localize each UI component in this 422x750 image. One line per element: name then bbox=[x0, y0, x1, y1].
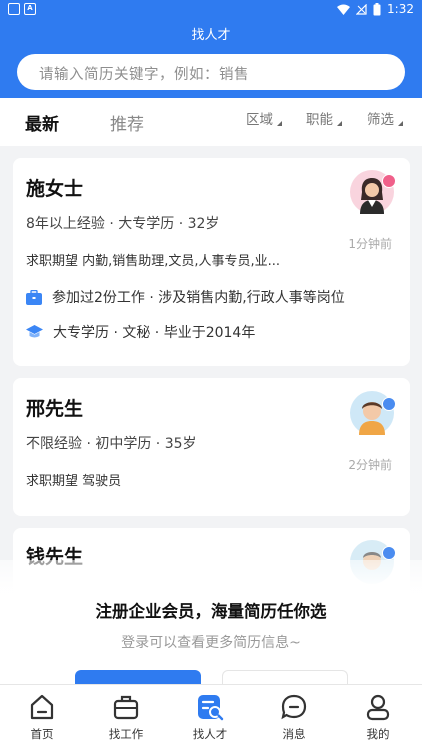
nav-talent-label: 找人才 bbox=[192, 727, 228, 741]
nav-profile-label: 我的 bbox=[366, 727, 390, 741]
search-placeholder: 请输入简历关键字，例如：销售 bbox=[39, 67, 249, 83]
page-title: 找人才 bbox=[191, 28, 231, 43]
candidate-card[interactable]: 施女士 8年以上经验 · 大专学历 · 32岁 求职期望 内勤,销售助理,文员,… bbox=[13, 158, 410, 366]
avatar bbox=[350, 170, 396, 214]
battery-icon bbox=[373, 2, 381, 15]
post-time: 2分钟前 bbox=[348, 458, 392, 472]
register-button[interactable] bbox=[75, 670, 201, 684]
nav-home-label: 首页 bbox=[30, 727, 54, 741]
graduation-cap-icon bbox=[26, 325, 43, 338]
avatar bbox=[350, 391, 396, 435]
filter-more[interactable]: 筛选 bbox=[367, 108, 403, 128]
candidate-expectation: 求职期望 驾驶员 bbox=[26, 474, 122, 489]
tab-bar: 最新 推荐 区域 职能 筛选 bbox=[0, 98, 422, 146]
signal-off-icon bbox=[356, 3, 367, 15]
nav-messages-label: 消息 bbox=[282, 727, 306, 741]
resume-search-icon bbox=[198, 695, 224, 721]
nav-jobs-label: 找工作 bbox=[108, 727, 144, 741]
status-time: 1:32 bbox=[387, 2, 414, 16]
male-badge-icon bbox=[382, 397, 396, 411]
filter-function-label: 职能 bbox=[306, 112, 333, 128]
male-badge-icon bbox=[382, 546, 396, 560]
nav-home[interactable]: 首页 bbox=[0, 685, 84, 750]
dropdown-arrow-icon bbox=[398, 121, 403, 126]
login-prompt: 注册企业会员，海量简历任你选 登录可以查看更多简历信息~ bbox=[0, 560, 422, 684]
candidate-meta: 不限经验 · 初中学历 · 35岁 bbox=[26, 436, 197, 452]
briefcase-icon bbox=[26, 289, 42, 305]
dropdown-arrow-icon bbox=[337, 121, 342, 126]
message-icon bbox=[281, 694, 307, 720]
briefcase-icon bbox=[113, 695, 139, 720]
candidate-expectation: 求职期望 内勤,销售助理,文员,人事专员,业... bbox=[26, 254, 281, 269]
home-icon bbox=[30, 694, 54, 720]
tab-latest[interactable]: 最新 bbox=[25, 110, 59, 135]
header: A 1:32 找人才 请输入简历关键字，例如：销售 bbox=[0, 0, 422, 98]
education-text: 大专学历 · 文秘 · 毕业于2014年 bbox=[53, 325, 256, 341]
search-input[interactable]: 请输入简历关键字，例如：销售 bbox=[17, 54, 405, 90]
work-history-text: 参加过2份工作 · 涉及销售内勤,行政人事等岗位 bbox=[52, 290, 345, 306]
login-prompt-title: 注册企业会员，海量简历任你选 bbox=[95, 602, 327, 621]
status-bar: A 1:32 bbox=[0, 0, 422, 20]
candidate-name: 施女士 bbox=[26, 178, 84, 200]
bottom-nav: 首页 找工作 找人才 消息 我的 bbox=[0, 684, 422, 750]
app-notification-icon: A bbox=[24, 3, 36, 15]
nav-profile[interactable]: 我的 bbox=[336, 685, 420, 750]
candidate-name: 邢先生 bbox=[26, 398, 84, 420]
login-button[interactable] bbox=[222, 670, 348, 684]
login-prompt-subtitle: 登录可以查看更多简历信息~ bbox=[121, 635, 301, 651]
candidate-card[interactable]: 邢先生 不限经验 · 初中学历 · 35岁 求职期望 驾驶员 2分钟前 bbox=[13, 378, 410, 516]
post-time: 1分钟前 bbox=[348, 237, 392, 251]
wifi-icon bbox=[337, 4, 351, 15]
profile-icon bbox=[366, 694, 390, 721]
notification-icon bbox=[8, 3, 20, 15]
work-history: 参加过2份工作 · 涉及销售内勤,行政人事等岗位 bbox=[26, 287, 345, 307]
nav-messages[interactable]: 消息 bbox=[252, 685, 336, 750]
filter-function[interactable]: 职能 bbox=[306, 108, 342, 128]
dropdown-arrow-icon bbox=[277, 121, 282, 126]
filter-more-label: 筛选 bbox=[367, 112, 394, 128]
tab-recommended[interactable]: 推荐 bbox=[110, 110, 144, 135]
nav-talent[interactable]: 找人才 bbox=[168, 685, 252, 750]
female-badge-icon bbox=[382, 174, 396, 188]
candidate-meta: 8年以上经验 · 大专学历 · 32岁 bbox=[26, 216, 220, 232]
education: 大专学历 · 文秘 · 毕业于2014年 bbox=[26, 322, 255, 342]
filter-area[interactable]: 区域 bbox=[246, 108, 282, 128]
filter-area-label: 区域 bbox=[246, 112, 273, 128]
nav-jobs[interactable]: 找工作 bbox=[84, 685, 168, 750]
